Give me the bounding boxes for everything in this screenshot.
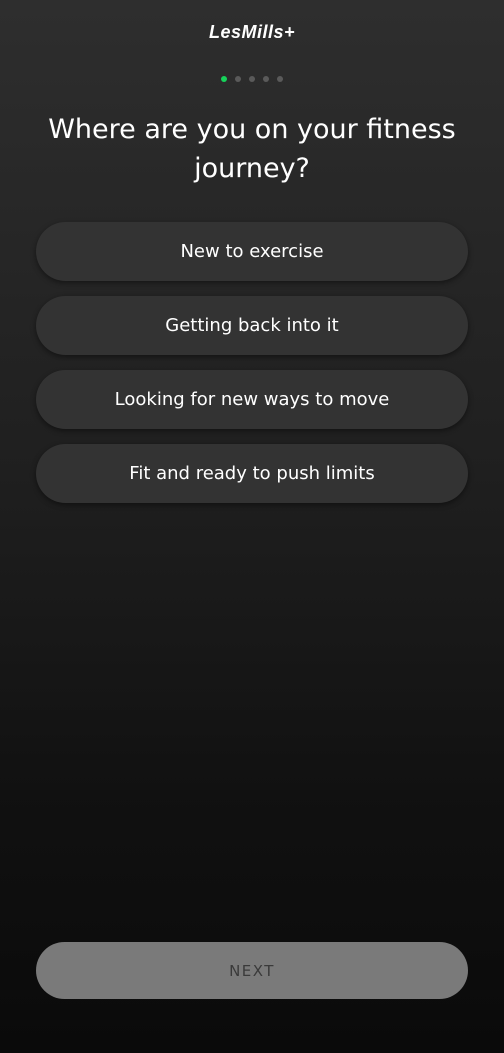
progress-dots xyxy=(0,76,504,82)
progress-dot-1 xyxy=(221,76,227,82)
option-getting-back-into-it[interactable]: Getting back into it xyxy=(36,296,468,355)
option-new-ways-to-move[interactable]: Looking for new ways to move xyxy=(36,370,468,429)
progress-dot-5 xyxy=(277,76,283,82)
progress-dot-4 xyxy=(263,76,269,82)
question-title: Where are you on your fitness journey? xyxy=(48,114,456,184)
answer-options: New to exercise Getting back into it Loo… xyxy=(36,222,468,518)
progress-dot-3 xyxy=(249,76,255,82)
progress-dot-2 xyxy=(235,76,241,82)
next-button[interactable]: NEXT xyxy=(36,942,468,999)
option-fit-and-ready[interactable]: Fit and ready to push limits xyxy=(36,444,468,503)
option-new-to-exercise[interactable]: New to exercise xyxy=(36,222,468,281)
lesmills-logo: LesMills+ xyxy=(208,22,296,42)
